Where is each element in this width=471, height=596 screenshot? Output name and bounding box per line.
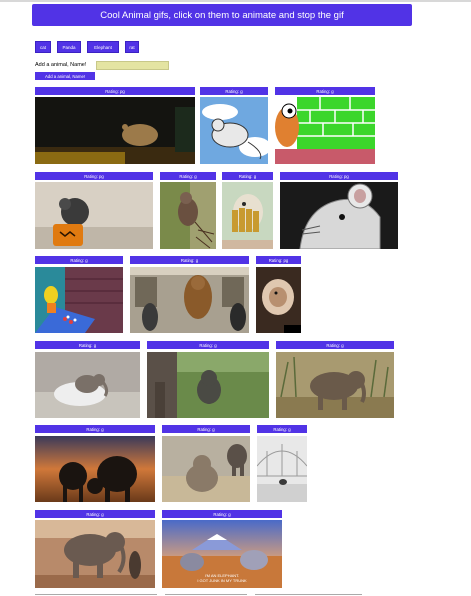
animal-gif[interactable] (162, 436, 250, 502)
animal-gif[interactable] (200, 97, 268, 164)
rating-label: Rating: g (130, 256, 249, 264)
rating-label: Rating: g (35, 425, 155, 433)
add-animal-label: Add a animal, Name! (35, 62, 87, 68)
rating-label: Rating: g (35, 256, 123, 264)
top-divider (0, 0, 471, 2)
add-animal-submit-button[interactable]: Add a animal, Name! (35, 72, 95, 80)
rating-label: Rating: g (275, 87, 375, 95)
next-row-rating-edge (255, 594, 362, 595)
animal-gif[interactable] (147, 352, 269, 418)
gif-caption-line: I GOT JUNK IN MY TRUNK (197, 578, 247, 583)
animal-button-cat[interactable]: cat (35, 41, 51, 53)
rating-label: Rating: pg (280, 172, 398, 180)
rating-label: Rating: g (35, 341, 140, 349)
rating-label: Rating: g (222, 172, 273, 180)
rating-label: Rating: g (276, 341, 394, 349)
animal-button-elephant[interactable]: Elephant (87, 41, 119, 53)
animal-button-rat[interactable]: rat (125, 41, 139, 53)
animal-button-panda[interactable]: Panda (57, 41, 81, 53)
next-row-rating-edge (35, 594, 157, 595)
rating-label: Rating: g (257, 425, 307, 433)
rating-label: Rating: g (200, 87, 268, 95)
animal-gif[interactable] (130, 267, 249, 333)
animal-gif[interactable] (35, 436, 155, 502)
animal-gif[interactable] (160, 182, 216, 249)
animal-gif[interactable] (222, 182, 273, 249)
page-title: Cool Animal gifs, click on them to anima… (32, 4, 412, 26)
rating-label: Rating: pg (35, 87, 195, 95)
rating-label: Rating: g (35, 510, 155, 518)
animal-gif[interactable] (257, 436, 307, 502)
rating-label: Rating: g (162, 510, 282, 518)
next-row-rating-edge (165, 594, 247, 595)
animal-gif[interactable] (275, 97, 375, 164)
rating-label: Rating: g (162, 425, 250, 433)
animal-gif[interactable] (35, 352, 140, 418)
animal-gif[interactable] (256, 267, 301, 333)
animal-gif[interactable] (35, 267, 123, 333)
rating-label: Rating: pg (256, 256, 301, 264)
animal-gif[interactable] (280, 182, 398, 249)
animal-gif[interactable] (276, 352, 394, 418)
animal-gif[interactable] (35, 97, 195, 164)
animal-gif[interactable] (35, 182, 153, 249)
rating-label: Rating: pg (35, 172, 153, 180)
rating-label: Rating: g (147, 341, 269, 349)
rating-label: Rating: g (160, 172, 216, 180)
gif-caption: I'M AN ELEPHANT. I GOT JUNK IN MY TRUNK (162, 573, 282, 583)
animal-gif[interactable] (35, 520, 155, 588)
add-animal-input[interactable] (96, 61, 169, 70)
